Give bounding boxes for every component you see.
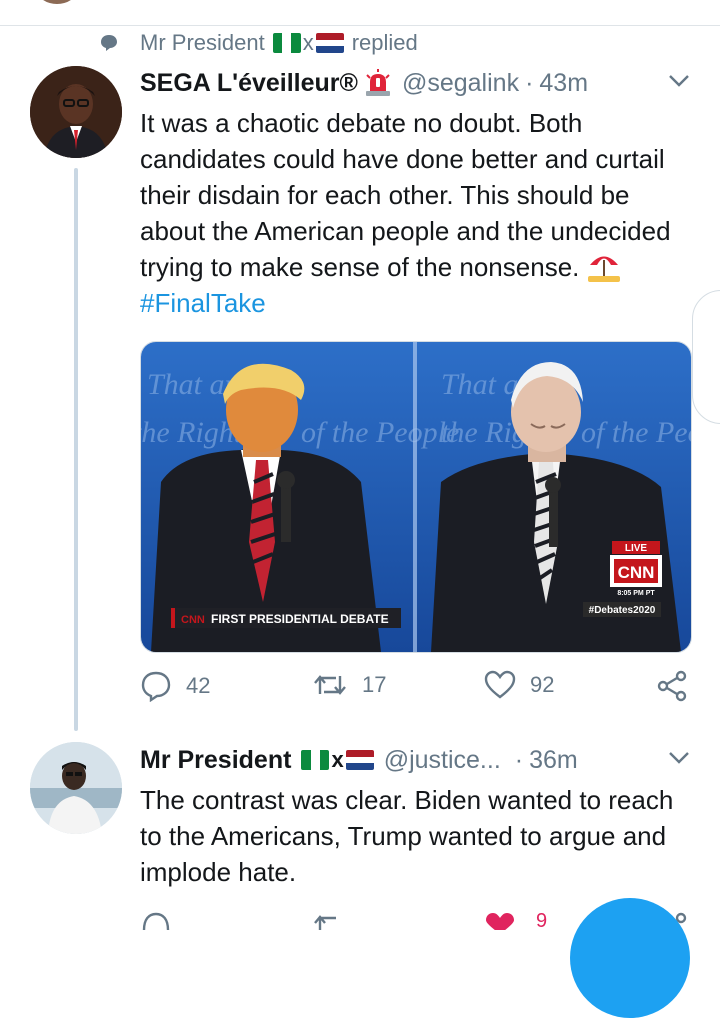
debate-tag: #Debates2020 <box>589 605 656 616</box>
separator-dot: · <box>525 68 534 97</box>
reply-icon <box>141 671 171 702</box>
banner-cnn-mark: CNN <box>181 614 205 626</box>
separator-dot: · <box>514 745 524 774</box>
flag-separator: x <box>302 30 314 55</box>
tweet-header: Mr President x @justice... · 36m <box>140 743 578 777</box>
nigeria-flag-icon <box>301 750 330 770</box>
nigeria-flag-icon <box>272 33 301 53</box>
tweet-header: SEGA L'éveilleur® @segalink · 43m <box>140 66 588 100</box>
retweet-count: 17 <box>362 672 387 697</box>
heart-icon[interactable] <box>484 912 516 930</box>
like-count: 92 <box>530 672 555 697</box>
broadcast-time: 8:05 PM PT <box>617 590 655 597</box>
share-icon <box>657 670 687 702</box>
divider <box>0 25 720 26</box>
tweet-text: The contrast was clear. Biden wanted to … <box>140 782 690 890</box>
timestamp[interactable]: 36m <box>529 746 578 775</box>
flag-separator: x <box>331 747 344 772</box>
like-count: 9 <box>536 910 548 932</box>
thread-line <box>74 168 78 731</box>
reply-icon[interactable] <box>140 910 172 930</box>
live-label: LIVE <box>625 543 648 554</box>
reply-context-action: replied <box>351 30 418 55</box>
speech-bubble-icon <box>101 35 117 51</box>
scroll-handle[interactable] <box>692 290 720 424</box>
tweet-body: The contrast was clear. Biden wanted to … <box>140 785 674 887</box>
reply-button[interactable]: 42 <box>140 670 210 702</box>
compose-tweet-button[interactable] <box>570 898 690 1018</box>
display-name[interactable]: SEGA L'éveilleur® <box>140 69 358 98</box>
tweet-text: It was a chaotic debate no doubt. Both c… <box>140 105 690 321</box>
backdrop-text: of the People <box>301 416 459 449</box>
netherlands-flag-icon <box>315 33 344 53</box>
handle[interactable]: @justice... <box>384 746 501 775</box>
like-button[interactable]: 92 <box>484 670 554 700</box>
retweet-icon[interactable] <box>312 912 348 930</box>
retweet-icon <box>314 675 346 695</box>
tweet-actions: 42 17 92 <box>140 670 690 706</box>
cnn-logo: CNN <box>618 563 655 582</box>
share-button[interactable] <box>656 670 702 702</box>
chevron-down-icon[interactable] <box>668 74 690 88</box>
timestamp[interactable]: 43m <box>539 69 588 98</box>
tweet-image[interactable]: That any That any the Right the Right of… <box>140 341 692 653</box>
avatar[interactable] <box>30 742 122 834</box>
umbrella-on-ground-icon <box>587 256 620 282</box>
hashtag-link[interactable]: #FinalTake <box>140 288 266 318</box>
banner-title: FIRST PRESIDENTIAL DEBATE <box>211 612 389 626</box>
chevron-down-icon[interactable] <box>668 751 690 765</box>
retweet-button[interactable]: 17 <box>312 670 386 700</box>
reply-context-user[interactable]: Mr President <box>140 30 265 56</box>
reply-count: 42 <box>186 673 211 698</box>
handle[interactable]: @segalink <box>402 69 519 98</box>
heart-icon <box>484 670 516 699</box>
netherlands-flag-icon <box>345 750 374 770</box>
backdrop-text: of the People <box>581 416 691 449</box>
police-siren-icon <box>365 69 390 96</box>
previous-tweet-avatar[interactable] <box>38 0 76 4</box>
avatar[interactable] <box>30 66 122 158</box>
reply-context: Mr President x replied <box>100 30 418 56</box>
display-name[interactable]: Mr President <box>140 746 291 775</box>
